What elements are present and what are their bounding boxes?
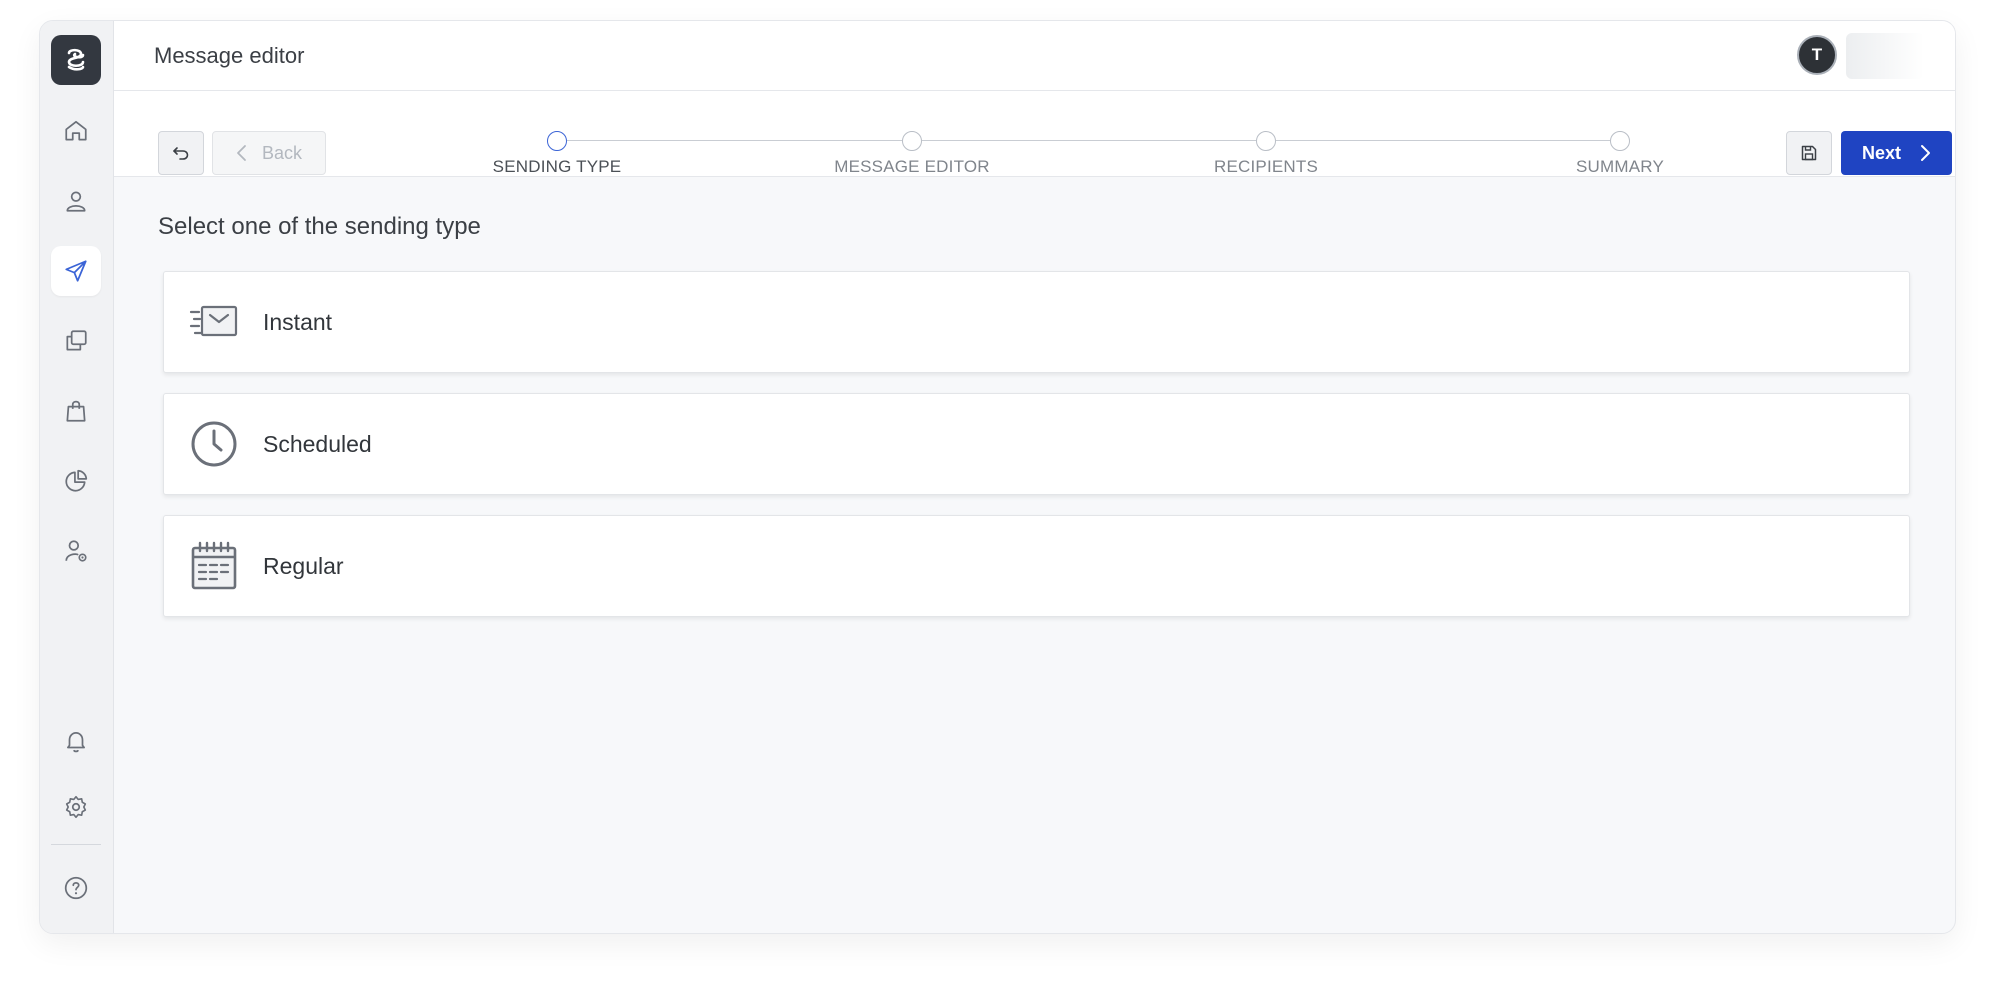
sidebar-divider: [51, 844, 101, 845]
step-connector: [567, 140, 902, 141]
option-scheduled[interactable]: Scheduled: [163, 393, 1910, 495]
step-label-message-editor[interactable]: MESSAGE EDITOR: [792, 157, 1032, 177]
user-name-placeholder[interactable]: [1846, 33, 1924, 79]
pie-chart-icon: [65, 469, 88, 492]
save-icon: [1801, 145, 1817, 161]
calendar-icon: [189, 541, 239, 591]
app-window: Message editor T Back SENDING TYPE MESSA…: [39, 20, 1956, 934]
sidebar-item-notifications[interactable]: [51, 716, 101, 766]
page-title: Message editor: [154, 43, 305, 68]
option-instant[interactable]: Instant: [163, 271, 1910, 373]
chevron-right-icon: [1921, 145, 1930, 161]
copy-icon: [66, 330, 87, 351]
next-button[interactable]: Next: [1841, 131, 1952, 175]
send-icon: [65, 260, 87, 282]
option-instant-label: Instant: [263, 308, 333, 335]
home-icon: [65, 120, 87, 141]
save-button[interactable]: [1786, 131, 1832, 175]
user-icon: [66, 191, 86, 212]
step-dot-summary[interactable]: [1610, 131, 1630, 151]
sidebar-item-help[interactable]: [51, 863, 101, 913]
main-content: Select one of the sending type Instant S…: [114, 177, 1955, 933]
sidebar-item-campaigns[interactable]: [51, 246, 101, 296]
envelope-fast-icon: [189, 297, 239, 347]
step-dot-sending-type[interactable]: [547, 131, 567, 151]
sidebar-item-templates[interactable]: [51, 316, 101, 366]
step-connector: [1276, 140, 1610, 141]
app-logo[interactable]: [51, 35, 101, 85]
clock-icon: [189, 419, 239, 469]
sidebar-item-user-settings[interactable]: [51, 526, 101, 576]
avatar-initial: T: [1811, 45, 1823, 64]
step-label-sending-type[interactable]: SENDING TYPE: [437, 157, 677, 177]
logo-icon: [67, 48, 85, 71]
shopping-bag-icon: [66, 400, 86, 422]
step-dot-message-editor[interactable]: [902, 131, 922, 151]
bell-icon: [67, 732, 85, 753]
sidebar: [40, 21, 114, 933]
step-connector: [922, 140, 1256, 141]
stepper-toolbar: Back SENDING TYPE MESSAGE EDITOR RECIPIE…: [114, 91, 1955, 177]
gear-icon: [65, 795, 87, 819]
sidebar-item-settings[interactable]: [51, 782, 101, 832]
option-scheduled-label: Scheduled: [263, 430, 372, 457]
sidebar-item-reports[interactable]: [51, 456, 101, 506]
avatar[interactable]: T: [1797, 35, 1837, 75]
user-gear-icon: [65, 540, 87, 562]
option-regular[interactable]: Regular: [163, 515, 1910, 617]
next-button-label: Next: [1861, 142, 1901, 163]
sidebar-item-home[interactable]: [51, 106, 101, 156]
step-dot-recipients[interactable]: [1256, 131, 1276, 151]
step-label-summary[interactable]: SUMMARY: [1500, 157, 1740, 177]
step-label-recipients[interactable]: RECIPIENTS: [1146, 157, 1386, 177]
sidebar-item-shop[interactable]: [51, 386, 101, 436]
question-icon: [64, 876, 88, 900]
stepper: SENDING TYPE MESSAGE EDITOR RECIPIENTS S…: [114, 91, 1955, 176]
section-title: Select one of the sending type: [158, 213, 481, 240]
option-regular-label: Regular: [263, 552, 344, 579]
sidebar-item-contacts[interactable]: [51, 176, 101, 226]
top-bar: Message editor T: [114, 21, 1955, 91]
